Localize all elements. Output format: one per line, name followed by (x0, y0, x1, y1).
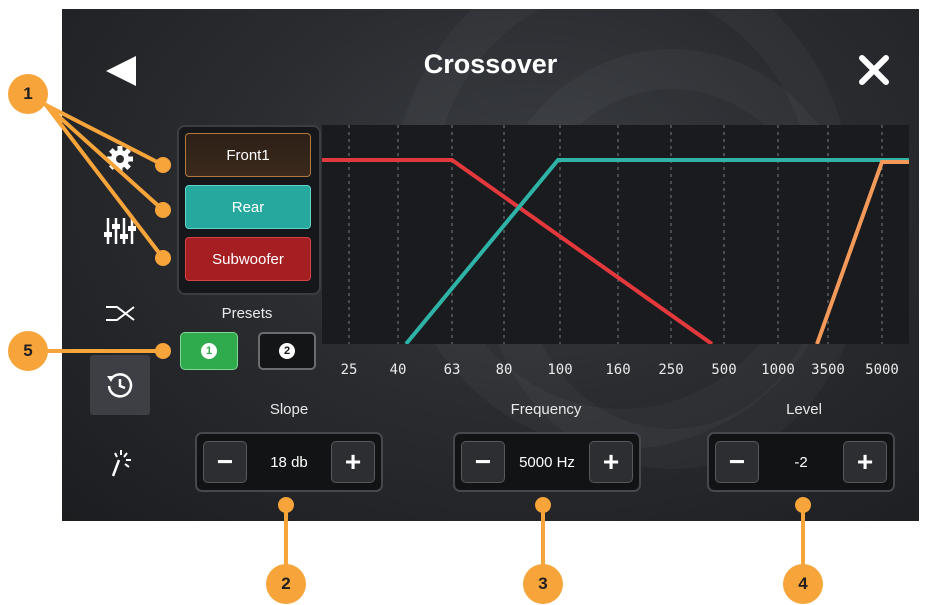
callout-badge-5: 5 (8, 331, 48, 371)
callout-badge-2: 2 (266, 564, 306, 604)
callout-badge-1: 1 (8, 74, 48, 114)
callout-lines (44, 103, 811, 570)
callout-badge-4: 4 (783, 564, 823, 604)
callout-badge-3: 3 (523, 564, 563, 604)
